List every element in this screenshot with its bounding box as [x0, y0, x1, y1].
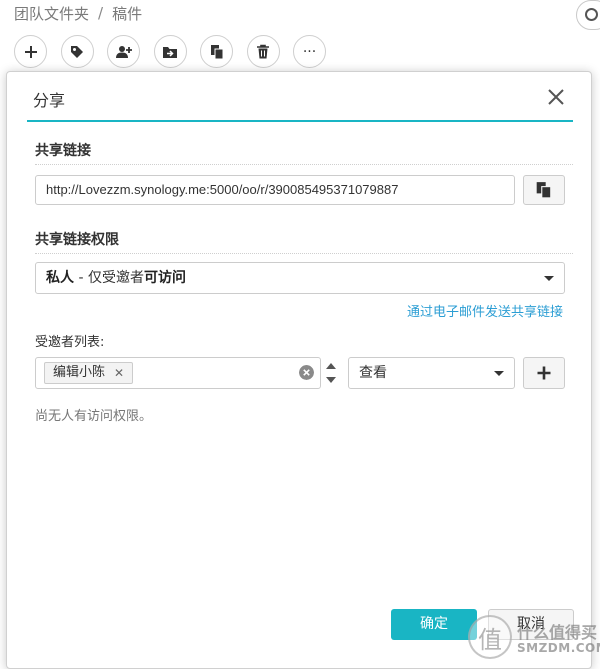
- divider: [35, 253, 573, 254]
- invitee-input[interactable]: 编辑小陈 ✕: [35, 357, 321, 389]
- link-permission-heading: 共享链接权限: [35, 232, 119, 248]
- breadcrumb-separator: /: [98, 4, 104, 22]
- move-icon: [163, 46, 177, 58]
- add-user-button[interactable]: [107, 35, 140, 68]
- copy-link-button[interactable]: [523, 175, 565, 205]
- create-button[interactable]: [14, 35, 47, 68]
- toolbar: ···: [14, 35, 340, 68]
- spinner-arrows-icon[interactable]: [322, 357, 340, 389]
- invitee-tag-label: 编辑小陈: [53, 365, 106, 380]
- email-share-link[interactable]: 通过电子邮件发送共享链接: [407, 301, 563, 320]
- share-link-heading: 共享链接: [35, 143, 91, 159]
- dialog-title: 分享: [33, 91, 66, 110]
- chevron-down-icon: [494, 371, 504, 376]
- copy-button[interactable]: [200, 35, 233, 68]
- dialog-header: 分享: [27, 72, 573, 122]
- chevron-down-icon: [544, 276, 554, 281]
- breadcrumb-parent[interactable]: 团队文件夹: [14, 3, 89, 24]
- more-button[interactable]: ···: [293, 35, 326, 68]
- delete-button[interactable]: [246, 35, 280, 68]
- more-icon: ···: [302, 43, 317, 60]
- invitee-tag: 编辑小陈 ✕: [44, 362, 134, 384]
- add-user-icon: [115, 45, 132, 58]
- clear-icon[interactable]: [299, 365, 314, 380]
- watermark-text: 什么值得买: [517, 623, 598, 642]
- no-access-note: 尚无人有访问权限。: [35, 409, 153, 424]
- access-level-select[interactable]: 查看: [348, 357, 515, 389]
- copy-icon: [210, 44, 223, 59]
- breadcrumb: 团队文件夹 / 稿件: [14, 2, 142, 24]
- add-invitee-button[interactable]: [523, 357, 565, 389]
- label-button[interactable]: [60, 35, 94, 68]
- tag-icon: [71, 45, 83, 58]
- permission-middle: - 仅受邀者: [74, 270, 144, 286]
- watermark-glyph: 值: [478, 625, 502, 654]
- share-link-field[interactable]: http://Lovezzm.synology.me:5000/oo/r/390…: [35, 175, 515, 205]
- invitee-list-label: 受邀者列表:: [35, 335, 105, 350]
- permission-suffix: 可访问: [143, 270, 186, 286]
- copy-icon: [536, 182, 552, 199]
- plus-icon: [537, 366, 551, 380]
- watermark-domain: SMZDM.COM: [517, 641, 600, 655]
- search-button[interactable]: [576, 0, 600, 30]
- access-level-value: 查看: [359, 365, 387, 381]
- search-icon: [585, 8, 598, 21]
- close-icon[interactable]: [545, 86, 567, 108]
- watermark-logo: 值: [468, 615, 512, 659]
- plus-icon: [24, 45, 37, 58]
- breadcrumb-current[interactable]: 稿件: [112, 3, 142, 24]
- permission-select[interactable]: 私人 - 仅受邀者可访问: [35, 262, 565, 294]
- move-button[interactable]: [153, 35, 187, 68]
- confirm-button[interactable]: 确定: [391, 609, 477, 640]
- remove-tag-icon[interactable]: ✕: [114, 363, 124, 383]
- divider: [35, 164, 573, 165]
- permission-prefix: 私人: [46, 270, 74, 286]
- share-dialog: 分享 共享链接 http://Lovezzm.synology.me:5000/…: [6, 71, 592, 669]
- trash-icon: [257, 44, 269, 58]
